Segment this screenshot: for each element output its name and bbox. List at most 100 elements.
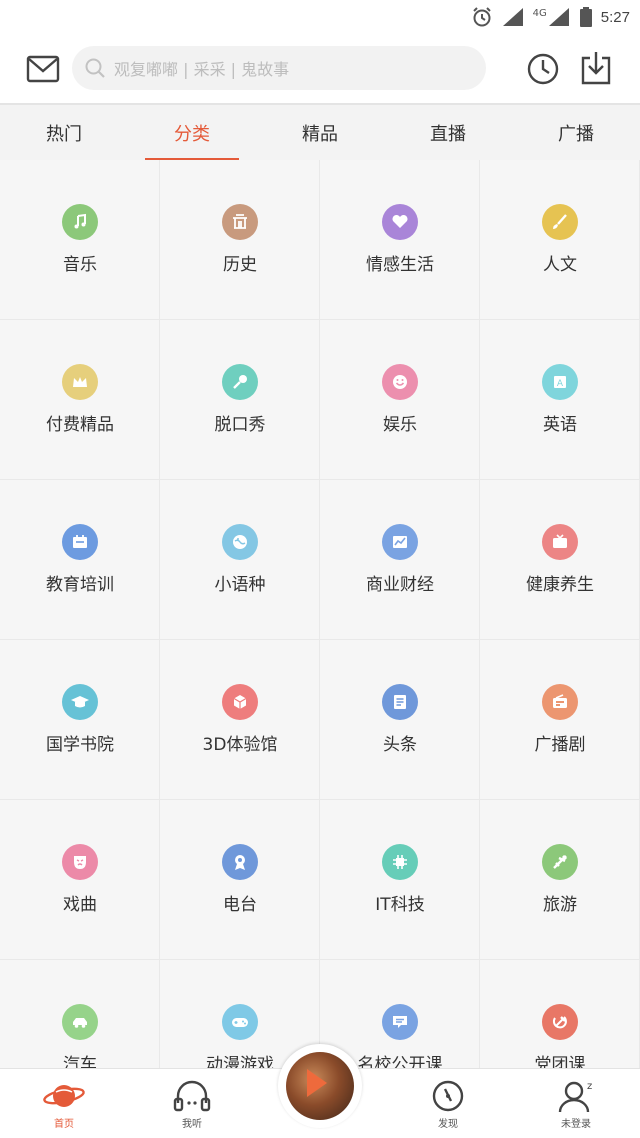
category-label: 情感生活 [366,255,434,275]
history-building-icon [222,204,258,240]
letter-a-icon: A [542,364,578,400]
tab-broadcast[interactable]: 广播 [512,105,640,160]
gamepad-icon [222,1004,258,1040]
network-type: 4G [532,7,547,19]
battery-icon [579,7,592,27]
category-label: 英语 [543,415,577,435]
category-item[interactable]: 电台 [160,800,320,960]
chat-icon [382,1004,418,1040]
category-item[interactable]: 旅游 [480,800,640,960]
category-label: 脱口秀 [214,415,266,435]
search-placeholder: 观复嘟嘟 | 采采 | 鬼故事 [114,60,290,79]
category-item[interactable]: 历史 [160,160,320,320]
tv-icon [542,524,578,560]
crown-icon [62,364,98,400]
status-bar: 4G 5:27 [0,0,640,34]
category-label: 戏曲 [63,895,97,915]
player-button[interactable] [278,1044,362,1128]
nav-profile-label: 未登录 [561,1119,591,1130]
hammer-sickle-icon [542,1004,578,1040]
category-item[interactable]: 头条 [320,640,480,800]
chart-icon [382,524,418,560]
header: 观复嘟嘟 | 采采 | 鬼故事 [0,34,640,104]
category-item[interactable]: 商业财经 [320,480,480,640]
category-tabs: 热门 分类 精品 直播 广播 [0,105,640,160]
tab-live[interactable]: 直播 [384,105,512,160]
globe-icon [222,524,258,560]
smile-icon [382,364,418,400]
category-label: 音乐 [63,255,97,275]
category-label: 历史 [223,255,257,275]
radio-station-icon [222,844,258,880]
category-grid: 音乐 历史 情感生活 人文付费精品 脱口秀 娱乐 A 英语教育培训 小语种 商业财经 健康养生国学书… [0,160,640,1120]
category-label: 广播剧 [534,735,586,755]
chip-icon [382,844,418,880]
category-item[interactable]: 健康养生 [480,480,640,640]
music-icon [62,204,98,240]
category-item[interactable]: 付费精品 [0,320,160,480]
category-label: 付费精品 [46,415,114,435]
opera-mask-icon [62,844,98,880]
category-item[interactable]: 戏曲 [0,800,160,960]
play-icon [307,1069,327,1097]
category-item[interactable]: 音乐 [0,160,160,320]
alarm-icon [472,7,491,27]
category-label: 教育培训 [46,575,114,595]
category-label: 人文 [543,255,577,275]
brush-icon [542,204,578,240]
nav-home[interactable]: 首页 [24,1079,104,1138]
category-item[interactable]: IT科技 [320,800,480,960]
airplane-icon [542,844,578,880]
category-label: 旅游 [543,895,577,915]
history-icon[interactable] [526,52,560,86]
category-label: 国学书院 [46,735,114,755]
news-icon [382,684,418,720]
headphones-icon [173,1080,211,1112]
search-input[interactable]: 观复嘟嘟 | 采采 | 鬼故事 [72,46,486,90]
mail-icon[interactable] [26,54,60,84]
nav-listen[interactable]: 我听 [152,1079,232,1138]
download-icon[interactable] [580,50,612,86]
search-icon [85,58,105,78]
category-item[interactable]: 广播剧 [480,640,640,800]
microphone-icon [222,364,258,400]
nav-listen-label: 我听 [182,1119,202,1130]
radio-icon [542,684,578,720]
user-icon: z [558,1081,592,1113]
category-item[interactable]: 3D体验馆 [160,640,320,800]
category-item[interactable]: 脱口秀 [160,320,320,480]
category-label: 小语种 [214,575,266,595]
tab-hot[interactable]: 热门 [0,105,128,160]
category-label: 3D体验馆 [202,735,278,755]
category-label: 娱乐 [383,415,417,435]
category-item[interactable]: 教育培训 [0,480,160,640]
nav-discover[interactable]: 发现 [408,1079,488,1138]
nav-discover-label: 发现 [438,1119,458,1130]
nav-home-label: 首页 [54,1119,74,1130]
compass-icon [432,1080,464,1112]
category-item[interactable]: 小语种 [160,480,320,640]
heart-icon [382,204,418,240]
cube-icon [222,684,258,720]
education-icon [62,524,98,560]
status-time: 5:27 [600,8,630,26]
tab-categories[interactable]: 分类 [128,105,256,160]
svg-text:A: A [557,379,564,389]
planet-icon [43,1085,85,1107]
category-label: 商业财经 [366,575,434,595]
signal-icon [502,8,523,26]
graduation-cap-icon [62,684,98,720]
category-item[interactable]: 人文 [480,160,640,320]
nav-profile[interactable]: z 未登录 [536,1079,616,1138]
category-label: IT科技 [375,895,425,915]
car-icon [62,1004,98,1040]
tab-premium[interactable]: 精品 [256,105,384,160]
category-label: 电台 [223,895,257,915]
category-item[interactable]: 情感生活 [320,160,480,320]
category-item[interactable]: 国学书院 [0,640,160,800]
cellular-icon [548,8,569,26]
category-label: 健康养生 [526,575,594,595]
category-item[interactable]: A 英语 [480,320,640,480]
category-item[interactable]: 娱乐 [320,320,480,480]
svg-text:z: z [587,1081,592,1092]
